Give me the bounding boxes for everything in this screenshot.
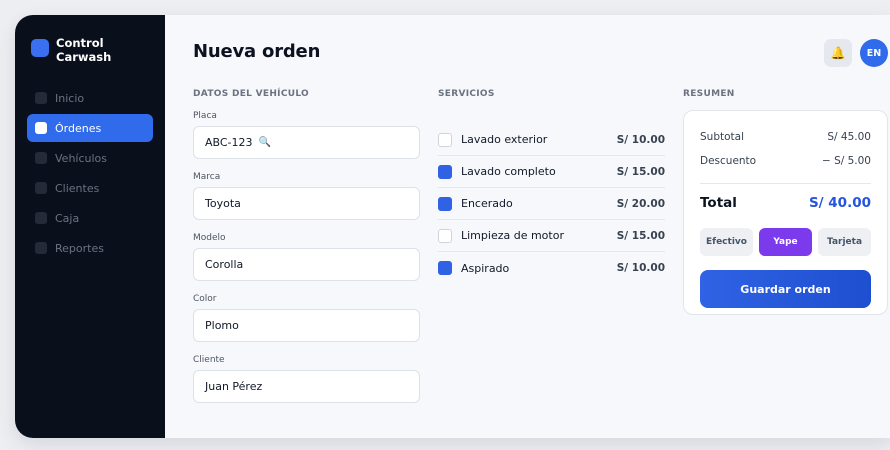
subtotal-label: Subtotal bbox=[700, 131, 744, 143]
discount-row: Descuento − S/ 5.00 bbox=[700, 149, 871, 173]
service-price: S/ 15.00 bbox=[616, 229, 665, 242]
services-section-title: SERVICIOS bbox=[438, 89, 495, 99]
service-checkbox[interactable] bbox=[438, 164, 452, 179]
top-actions: 🔔 EN bbox=[824, 39, 888, 67]
reports-icon bbox=[35, 242, 47, 254]
cash-register-icon bbox=[35, 212, 47, 224]
client-field: Cliente Juan Pérez bbox=[193, 355, 420, 403]
sidebar-item-caja[interactable]: Caja bbox=[27, 204, 153, 232]
service-price: S/ 10.00 bbox=[616, 133, 665, 146]
model-field: Modelo Corolla bbox=[193, 233, 420, 281]
sidebar-item-label: Vehículos bbox=[55, 151, 108, 165]
subtotal-row: Subtotal S/ 45.00 bbox=[700, 125, 871, 149]
sidebar-item-label: Reportes bbox=[55, 241, 104, 255]
sidebar: Control Carwash Inicio Órdenes Vehículos… bbox=[15, 15, 165, 438]
service-row-limpieza-motor[interactable]: Limpieza de motor S/ 15.00 bbox=[438, 220, 665, 252]
service-name: Lavado completo bbox=[461, 165, 556, 178]
plate-label: Placa bbox=[193, 111, 217, 121]
page-title: Nueva orden bbox=[193, 41, 321, 62]
color-input[interactable]: Plomo bbox=[193, 309, 420, 342]
home-icon bbox=[35, 92, 47, 104]
services-list: Lavado exterior S/ 10.00 Lavado completo… bbox=[438, 124, 665, 284]
service-row-lavado-exterior[interactable]: Lavado exterior S/ 10.00 bbox=[438, 124, 665, 156]
sidebar-item-reportes[interactable]: Reportes bbox=[27, 234, 153, 262]
service-checkbox[interactable] bbox=[438, 228, 452, 243]
plate-field: Placa ABC-123 🔍 bbox=[193, 111, 420, 159]
service-price: S/ 10.00 bbox=[616, 262, 665, 274]
service-checkbox[interactable] bbox=[438, 132, 452, 147]
vehicle-icon bbox=[35, 152, 47, 164]
discount-value: − S/ 5.00 bbox=[821, 155, 871, 167]
service-name: Aspirado bbox=[461, 261, 510, 275]
service-price: S/ 20.00 bbox=[616, 197, 665, 210]
color-field: Color Plomo bbox=[193, 294, 420, 342]
service-row-aspirado[interactable]: Aspirado S/ 10.00 bbox=[438, 252, 665, 284]
color-value: Plomo bbox=[205, 319, 239, 332]
brand-input[interactable]: Toyota bbox=[193, 187, 420, 220]
service-name: Limpieza de motor bbox=[461, 229, 564, 242]
client-input[interactable]: Juan Pérez bbox=[193, 370, 420, 403]
notifications-button[interactable]: 🔔 bbox=[824, 39, 852, 67]
subtotal-value: S/ 45.00 bbox=[827, 131, 871, 143]
bell-icon: 🔔 bbox=[830, 46, 846, 60]
plate-value: ABC-123 bbox=[205, 136, 253, 149]
brand-value: Toyota bbox=[205, 197, 241, 210]
client-value: Juan Pérez bbox=[205, 380, 263, 393]
main-content: Nueva orden 🔔 EN DATOS DEL VEHÍCULO SERV… bbox=[165, 15, 890, 438]
service-row-lavado-completo[interactable]: Lavado completo S/ 15.00 bbox=[438, 156, 665, 188]
discount-label: Descuento bbox=[700, 155, 757, 167]
avatar[interactable]: EN bbox=[860, 39, 888, 67]
sidebar-nav: Inicio Órdenes Vehículos Clientes Caja R… bbox=[27, 84, 153, 262]
service-row-encerado[interactable]: Encerado S/ 20.00 bbox=[438, 188, 665, 220]
summary-divider bbox=[700, 183, 871, 184]
brand-label: Marca bbox=[193, 172, 221, 182]
clients-icon bbox=[35, 182, 47, 194]
total-value: S/ 40.00 bbox=[808, 195, 871, 211]
brand-field: Marca Toyota bbox=[193, 172, 420, 220]
save-order-button[interactable]: Guardar orden bbox=[700, 270, 871, 308]
client-label: Cliente bbox=[193, 355, 225, 365]
search-icon[interactable]: 🔍 bbox=[259, 137, 271, 148]
sidebar-item-label: Órdenes bbox=[55, 121, 102, 135]
sidebar-item-clientes[interactable]: Clientes bbox=[27, 174, 153, 202]
app-window: Control Carwash Inicio Órdenes Vehículos… bbox=[15, 15, 890, 438]
brand-logo-icon bbox=[31, 39, 49, 57]
model-label: Modelo bbox=[193, 233, 226, 243]
total-label: Total bbox=[700, 195, 737, 211]
payment-yape-button[interactable]: Yape bbox=[759, 228, 812, 256]
summary-card: Subtotal S/ 45.00 Descuento − S/ 5.00 To… bbox=[683, 110, 888, 315]
vehicle-section-title: DATOS DEL VEHÍCULO bbox=[193, 89, 310, 99]
model-input[interactable]: Corolla bbox=[193, 248, 420, 281]
service-name: Lavado exterior bbox=[461, 133, 548, 146]
service-name: Encerado bbox=[461, 197, 513, 210]
total-row: Total S/ 40.00 bbox=[700, 192, 871, 214]
sidebar-item-inicio[interactable]: Inicio bbox=[27, 84, 153, 112]
sidebar-item-label: Caja bbox=[55, 211, 80, 225]
orders-icon bbox=[35, 122, 47, 134]
brand-name: Control Carwash bbox=[56, 36, 112, 64]
service-price: S/ 15.00 bbox=[616, 165, 665, 178]
sidebar-item-label: Clientes bbox=[55, 181, 100, 195]
model-value: Corolla bbox=[205, 258, 244, 271]
sidebar-item-label: Inicio bbox=[55, 91, 85, 105]
plate-input[interactable]: ABC-123 🔍 bbox=[193, 126, 420, 159]
summary-section-title: RESUMEN bbox=[683, 89, 735, 99]
sidebar-item-vehiculos[interactable]: Vehículos bbox=[27, 144, 153, 172]
color-label: Color bbox=[193, 294, 217, 304]
service-checkbox[interactable] bbox=[438, 261, 452, 275]
payment-efectivo-button[interactable]: Efectivo bbox=[700, 228, 753, 256]
brand: Control Carwash bbox=[27, 36, 153, 64]
payment-methods: Efectivo Yape Tarjeta bbox=[700, 228, 871, 256]
service-checkbox[interactable] bbox=[438, 196, 452, 211]
payment-tarjeta-button[interactable]: Tarjeta bbox=[818, 228, 871, 256]
sidebar-item-ordenes[interactable]: Órdenes bbox=[27, 114, 153, 142]
